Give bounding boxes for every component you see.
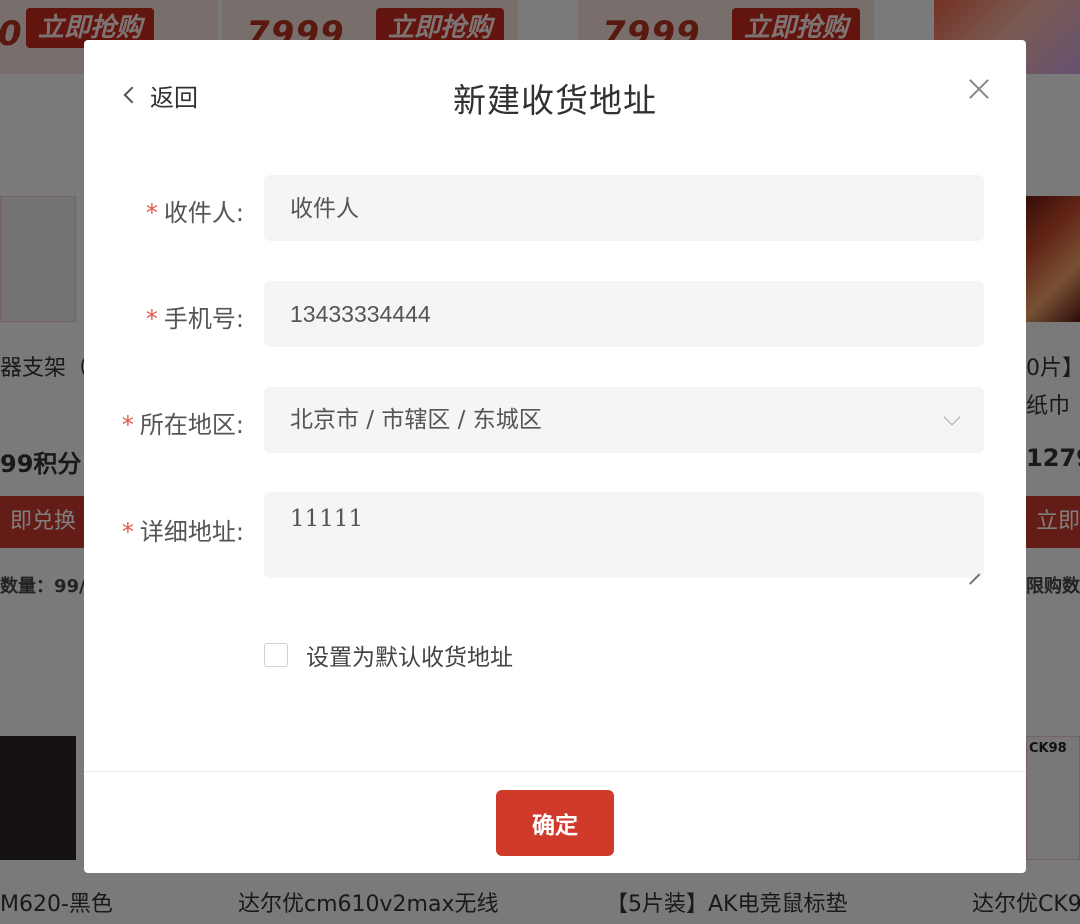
required-mark: * xyxy=(121,411,134,439)
region-label-text: 所在地区: xyxy=(139,411,244,439)
close-icon[interactable] xyxy=(968,78,990,100)
phone-field xyxy=(264,281,984,347)
chevron-down-icon xyxy=(943,408,961,426)
phone-input[interactable] xyxy=(290,281,958,347)
required-mark: * xyxy=(145,199,158,227)
region-value: 北京市 / 市辖区 / 东城区 xyxy=(290,407,542,433)
receiver-label-text: 收件人: xyxy=(163,199,244,227)
resize-handle-icon[interactable] xyxy=(968,562,980,574)
address-field: 11111 xyxy=(264,492,984,578)
confirm-button[interactable]: 确定 xyxy=(496,790,614,856)
receiver-input[interactable] xyxy=(290,175,958,241)
new-address-dialog: 返回 新建收货地址 *收件人: *手机号: *所在地区: 北京市 / 市辖区 /… xyxy=(84,40,1026,873)
default-address-checkbox[interactable] xyxy=(264,643,288,667)
receiver-label: * 收件人: xyxy=(146,193,244,228)
address-textarea[interactable]: 11111 xyxy=(290,506,958,564)
footer-divider xyxy=(84,771,1026,772)
default-address-label: 设置为默认收货地址 xyxy=(306,645,513,671)
region-select[interactable]: 北京市 / 市辖区 / 东城区 xyxy=(264,387,984,453)
default-address-option[interactable]: 设置为默认收货地址 xyxy=(264,638,513,672)
address-label-text: 详细地址: xyxy=(139,518,244,546)
required-mark: * xyxy=(121,518,134,546)
receiver-field xyxy=(264,175,984,241)
address-label: * 详细地址: xyxy=(122,512,244,547)
required-mark: * xyxy=(145,305,158,333)
region-label: * 所在地区: xyxy=(122,405,244,440)
phone-label-text: 手机号: xyxy=(163,305,244,333)
dialog-title: 新建收货地址 xyxy=(453,81,657,120)
phone-label: * 手机号: xyxy=(146,299,244,334)
